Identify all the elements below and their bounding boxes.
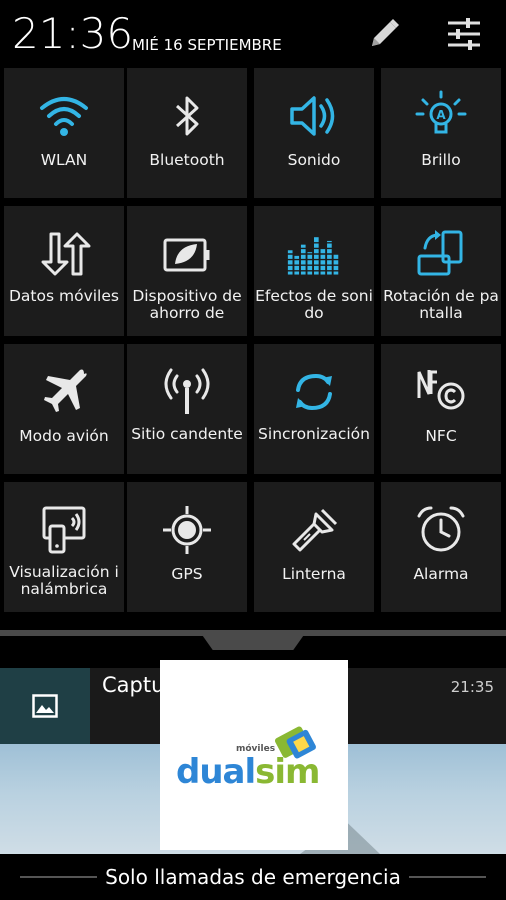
wifi-icon <box>36 88 92 144</box>
screen-rotation-icon <box>413 226 469 282</box>
emergency-calls-text: Solo llamadas de emergencia <box>0 865 506 889</box>
tile-label: WLAN <box>40 151 88 169</box>
sliders-icon <box>448 18 480 50</box>
tile-bluetooth[interactable]: Bluetooth <box>127 68 247 198</box>
equalizer-icon <box>286 226 342 282</box>
tile-label: Bluetooth <box>149 151 225 169</box>
watermark-part2: sim <box>255 752 320 792</box>
tile-sound-effects[interactable]: Efectos de sonido <box>254 206 374 336</box>
tile-mobile-data[interactable]: Datos móviles <box>4 206 124 336</box>
watermark-part1: dual <box>176 752 256 792</box>
tile-label: Sonido <box>287 151 341 169</box>
clock: 21:36 <box>12 9 134 58</box>
power-saving-icon <box>159 226 215 282</box>
emergency-calls-label: Solo llamadas de emergencia <box>97 865 409 889</box>
tile-hotspot[interactable]: Sitio candente <box>127 344 247 474</box>
tile-label: Linterna <box>282 565 346 583</box>
quick-settings-grid: WLAN Bluetooth Sonido A Brillo Datos móv… <box>0 68 506 614</box>
tile-label: Brillo <box>421 151 461 169</box>
pencil-icon <box>372 19 399 46</box>
brightness-bulb-icon: A <box>413 88 469 144</box>
tile-airplane-mode[interactable]: Modo avión <box>4 344 124 474</box>
mobile-data-icon <box>36 226 92 282</box>
tile-label: Visualización inalámbrica <box>9 563 119 598</box>
tile-nfc[interactable]: NFC <box>381 344 501 474</box>
status-header: 21:36 MIÉ 16 SEPTIEMBRE <box>0 0 506 68</box>
date: MIÉ 16 SEPTIEMBRE <box>132 36 282 54</box>
tile-label: Sitio candente <box>131 425 243 443</box>
tile-flashlight[interactable]: Linterna <box>254 482 374 612</box>
alarm-clock-icon <box>413 502 469 558</box>
bluetooth-icon <box>159 88 215 144</box>
tile-wlan[interactable]: WLAN <box>4 68 124 198</box>
tile-label: Datos móviles <box>9 287 119 305</box>
airplane-icon <box>36 364 92 420</box>
speaker-icon <box>286 88 342 144</box>
wireless-display-icon <box>36 502 92 558</box>
svg-text:A: A <box>436 108 446 122</box>
tile-gps[interactable]: GPS <box>127 482 247 612</box>
tile-sync[interactable]: Sincronización <box>254 344 374 474</box>
tile-wireless-display[interactable]: Visualización inalámbrica <box>4 482 124 612</box>
notification-time: 21:35 <box>450 678 494 696</box>
sync-icon <box>286 364 342 420</box>
tile-label: Modo avión <box>19 427 109 445</box>
tile-sound[interactable]: Sonido <box>254 68 374 198</box>
notification-icon-box <box>0 668 90 744</box>
lockscreen-footer: Solo llamadas de emergencia <box>0 854 506 900</box>
settings-button[interactable] <box>444 14 484 54</box>
tile-label: GPS <box>171 565 203 583</box>
tile-brightness[interactable]: A Brillo <box>381 68 501 198</box>
tile-screen-rotation[interactable]: Rotación de pantalla <box>381 206 501 336</box>
nfc-icon <box>413 364 469 420</box>
watermark-wordmark: dualsim <box>176 752 320 792</box>
handle-tab <box>200 632 306 650</box>
image-icon <box>32 694 58 718</box>
edit-button[interactable] <box>364 14 404 54</box>
tile-label: Rotación de pantalla <box>383 287 499 322</box>
flashlight-icon <box>286 502 342 558</box>
tile-label: Alarma <box>413 565 469 583</box>
tile-power-saving[interactable]: Dispositivo de ahorro de <box>127 206 247 336</box>
tile-alarm[interactable]: Alarma <box>381 482 501 612</box>
tile-label: Sincronización <box>258 425 370 443</box>
tile-label: Dispositivo de ahorro de <box>132 287 242 322</box>
tile-label: NFC <box>425 427 457 445</box>
tile-label: Efectos de sonido <box>255 287 373 322</box>
hotspot-icon <box>159 364 215 420</box>
gps-icon <box>159 502 215 558</box>
